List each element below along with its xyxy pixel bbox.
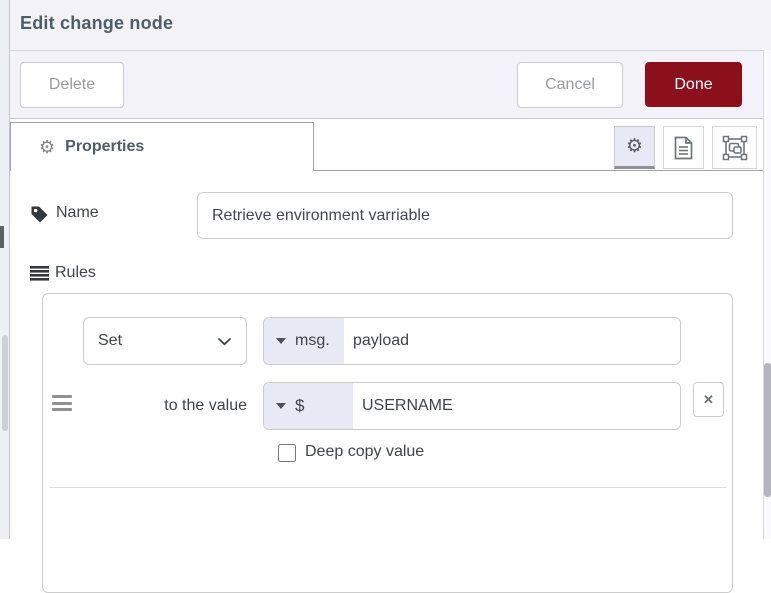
delete-button[interactable]: Delete	[20, 62, 124, 108]
properties-view-button[interactable]: ⚙	[614, 126, 655, 169]
appearance-icon	[722, 135, 748, 161]
tab-properties[interactable]: ⚙ Properties	[10, 122, 314, 171]
document-icon	[674, 136, 693, 160]
appearance-view-button[interactable]	[712, 126, 757, 169]
rule-action-value: Set	[98, 332, 123, 349]
properties-gear-icon: ⚙	[39, 137, 56, 157]
tag-icon	[30, 205, 49, 224]
value-type-button[interactable]: $	[264, 383, 353, 429]
rules-label: Rules	[55, 264, 96, 281]
chevron-down-icon	[217, 337, 232, 346]
caret-down-icon	[276, 338, 286, 344]
value-type-label: $	[295, 396, 305, 415]
description-view-button[interactable]	[663, 126, 704, 169]
deep-copy-checkbox[interactable]	[278, 444, 296, 462]
value-text[interactable]: USERNAME	[353, 383, 680, 429]
rule-action-select[interactable]: Set	[83, 317, 247, 365]
remove-rule-button[interactable]: ✕	[693, 382, 724, 417]
tab-properties-label: Properties	[65, 138, 145, 155]
tab-row-divider	[313, 170, 763, 171]
rule-divider	[50, 487, 726, 488]
cancel-button[interactable]: Cancel	[517, 62, 623, 108]
to-value-label: to the value	[164, 397, 247, 414]
deep-copy-label: Deep copy value	[305, 443, 425, 460]
close-icon: ✕	[703, 391, 714, 407]
done-button[interactable]: Done	[645, 62, 742, 107]
scrollbar-thumb[interactable]	[764, 363, 771, 497]
left-scrollbar-thumb[interactable]	[2, 335, 8, 431]
dialog-title: Edit change node	[20, 13, 174, 33]
property-type-button[interactable]: msg.	[264, 318, 344, 364]
edit-change-node-dialog: { "window": { "title": "Edit change node…	[0, 0, 771, 593]
name-label: Name	[56, 204, 99, 221]
gear-icon: ⚙	[625, 136, 644, 157]
value-typed-input[interactable]: $ USERNAME	[263, 382, 681, 430]
drag-handle-icon[interactable]	[52, 395, 72, 411]
caret-down-icon	[276, 403, 286, 409]
list-icon	[30, 266, 49, 281]
workspace-edge-strip	[0, 0, 10, 539]
property-value[interactable]: payload	[344, 318, 680, 364]
property-typed-input[interactable]: msg. payload	[263, 317, 681, 365]
workspace-node-fragment	[0, 226, 4, 248]
name-input[interactable]	[197, 192, 733, 239]
property-type-label: msg.	[295, 332, 330, 349]
